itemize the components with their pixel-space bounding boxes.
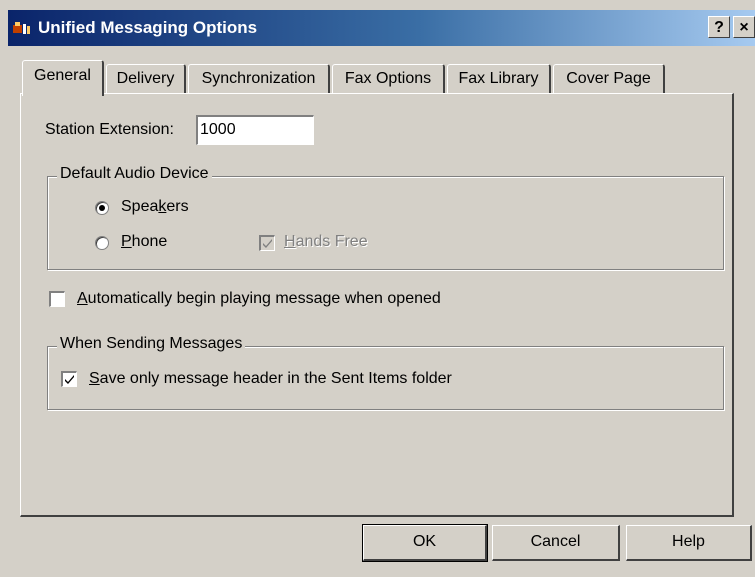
app-icon [13, 22, 30, 34]
checkmark-icon [263, 239, 272, 248]
phone-radio[interactable] [95, 236, 109, 250]
speakers-label[interactable]: Speakers [121, 198, 189, 216]
help-button[interactable]: Help [626, 525, 752, 561]
save-header-label[interactable]: Save only message header in the Sent Ite… [89, 370, 452, 388]
speakers-radio[interactable] [95, 201, 109, 215]
tab-fax-library[interactable]: Fax Library [447, 64, 551, 94]
sending-messages-group-label: When Sending Messages [57, 335, 246, 353]
tab-delivery[interactable]: Delivery [106, 64, 186, 94]
tab-general[interactable]: General [22, 60, 104, 96]
audio-device-group-label: Default Audio Device [57, 165, 212, 183]
phone-label[interactable]: Phone [121, 233, 167, 251]
tab-cover-page[interactable]: Cover Page [553, 64, 665, 94]
title-bar[interactable]: Unified Messaging Options ? × [8, 10, 755, 46]
cancel-button[interactable]: Cancel [492, 525, 620, 561]
general-tab-panel: Station Extension: 1000 Default Audio De… [20, 93, 734, 517]
auto-play-checkbox[interactable] [49, 291, 65, 307]
hands-free-label: Hands Free [284, 233, 368, 250]
station-extension-input[interactable]: 1000 [196, 115, 314, 145]
close-icon[interactable]: × [733, 16, 755, 38]
tab-synchronization[interactable]: Synchronization [188, 64, 330, 94]
options-dialog: Unified Messaging Options ? × General De… [0, 0, 755, 577]
save-header-checkbox[interactable] [61, 371, 77, 387]
ok-button[interactable]: OK [362, 524, 488, 562]
hands-free-checkbox[interactable] [259, 235, 275, 251]
help-icon[interactable]: ? [708, 16, 730, 38]
audio-device-group [47, 176, 724, 270]
station-extension-label: Station Extension: [45, 121, 174, 138]
auto-play-label[interactable]: Automatically begin playing message when… [77, 290, 441, 308]
window-title: Unified Messaging Options [38, 18, 258, 37]
tab-fax-options[interactable]: Fax Options [332, 64, 445, 94]
checkmark-icon [65, 375, 74, 384]
